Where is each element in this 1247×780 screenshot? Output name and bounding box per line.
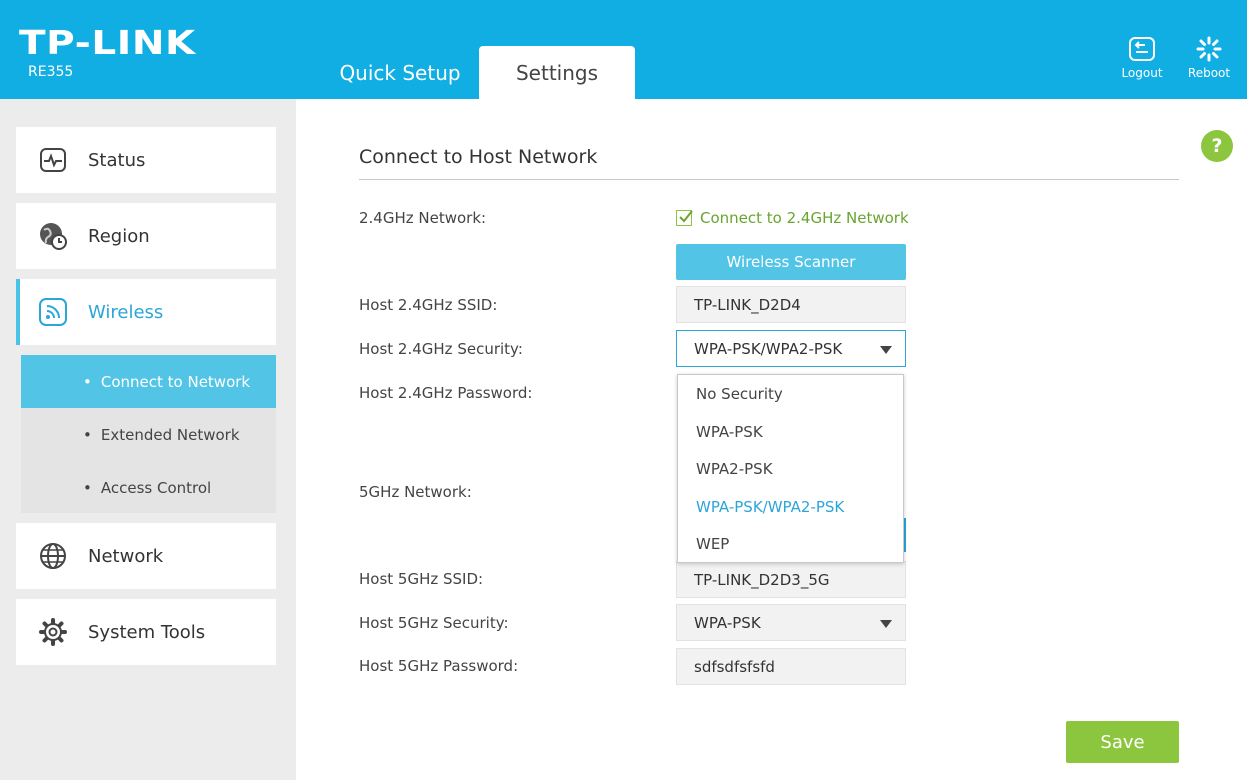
security-option-wpa-psk[interactable]: WPA-PSK (696, 423, 763, 441)
host-2-4ghz-security-select[interactable]: WPA-PSK/WPA2-PSK (676, 330, 906, 367)
wireless-signal-icon (38, 297, 68, 327)
wireless-submenu: • Connect to Network • Extended Network … (21, 355, 276, 513)
chevron-down-icon (880, 346, 892, 354)
sidebar-subitem-extended-network[interactable]: • Extended Network (21, 408, 276, 461)
sidebar: Status Region Wireless • Connect to Netw… (0, 99, 296, 780)
bullet-icon: • (83, 478, 92, 497)
label-host-5ghz-security: Host 5GHz Security: (359, 614, 509, 632)
connect-2-4ghz-checkbox[interactable]: Connect to 2.4GHz Network (676, 209, 909, 227)
reboot-label: Reboot (1187, 66, 1231, 80)
logout-button[interactable]: Logout (1112, 36, 1172, 80)
sidebar-item-region[interactable]: Region (16, 203, 276, 269)
globe-icon (38, 541, 68, 571)
security-option-wpa2-psk[interactable]: WPA2-PSK (696, 460, 773, 478)
status-pulse-icon (38, 145, 68, 175)
subitem-label: Extended Network (100, 425, 240, 444)
label-host-5ghz-ssid: Host 5GHz SSID: (359, 570, 484, 588)
tab-quick-setup[interactable]: Quick Setup (322, 46, 478, 99)
connect-2-4ghz-label: Connect to 2.4GHz Network (700, 209, 909, 227)
model-name: RE355 (28, 64, 74, 80)
sidebar-subitem-connect-to-network[interactable]: • Connect to Network (21, 355, 276, 408)
brand-logo: TP-LINK (19, 23, 196, 62)
sidebar-item-network[interactable]: Network (16, 523, 276, 589)
label-5ghz-network: 5GHz Network: (359, 483, 472, 501)
label-host-2-4ghz-password: Host 2.4GHz Password: (359, 384, 533, 402)
ssid-value: TP-LINK_D2D4 (694, 295, 801, 314)
page-title: Connect to Host Network (359, 146, 598, 168)
security-option-no-security[interactable]: No Security (696, 385, 783, 403)
sidebar-item-system-tools[interactable]: System Tools (16, 599, 276, 665)
checkmark-icon (679, 210, 693, 223)
save-button[interactable]: Save (1066, 721, 1179, 763)
security-option-wep[interactable]: WEP (696, 535, 729, 553)
sidebar-item-wireless[interactable]: Wireless (16, 279, 276, 345)
wireless-scanner-button[interactable]: Wireless Scanner (676, 244, 906, 280)
security-dropdown-menu: No Security WPA-PSK WPA2-PSK WPA-PSK/WPA… (677, 374, 904, 563)
subitem-label: Connect to Network (100, 372, 251, 391)
host-5ghz-security-select[interactable]: WPA-PSK (676, 604, 906, 641)
ssid-value: TP-LINK_D2D3_5G (694, 570, 830, 589)
logout-label: Logout (1121, 66, 1163, 80)
title-divider (359, 179, 1179, 180)
label-host-2-4ghz-ssid: Host 2.4GHz SSID: (359, 296, 498, 314)
host-5ghz-password-input[interactable]: sdfsdfsfsfd (676, 648, 906, 685)
label-host-2-4ghz-security: Host 2.4GHz Security: (359, 340, 523, 358)
globe-clock-icon (38, 221, 68, 251)
label-host-5ghz-password: Host 5GHz Password: (359, 657, 519, 675)
sidebar-subitem-access-control[interactable]: • Access Control (21, 461, 276, 514)
reboot-icon (1196, 36, 1222, 62)
label-2-4ghz-network: 2.4GHz Network: (359, 209, 487, 227)
sidebar-item-label: Wireless (88, 301, 164, 323)
password-value: sdfsdfsfsfd (694, 657, 775, 676)
chevron-down-icon (880, 620, 892, 628)
sidebar-item-label: Status (88, 149, 146, 171)
select-value: WPA-PSK/WPA2-PSK (694, 339, 843, 358)
help-button[interactable]: ? (1201, 130, 1233, 162)
sidebar-item-label: Network (88, 545, 164, 567)
subitem-label: Access Control (100, 478, 212, 497)
security-option-wpa-psk-wpa2-psk[interactable]: WPA-PSK/WPA2-PSK (696, 498, 844, 516)
logout-icon (1129, 37, 1155, 61)
host-2-4ghz-ssid-input[interactable]: TP-LINK_D2D4 (676, 286, 906, 323)
tab-settings[interactable]: Settings (479, 46, 635, 99)
bullet-icon: • (83, 372, 92, 391)
host-5ghz-ssid-input[interactable]: TP-LINK_D2D3_5G (676, 561, 906, 598)
select-value: WPA-PSK (694, 613, 761, 632)
top-header: TP-LINK RE355 Quick Setup Settings Logou… (0, 0, 1247, 99)
reboot-button[interactable]: Reboot (1179, 36, 1239, 80)
sidebar-item-label: Region (88, 225, 150, 247)
sidebar-item-label: System Tools (88, 621, 206, 643)
bullet-icon: • (83, 425, 92, 444)
sidebar-item-status[interactable]: Status (16, 127, 276, 193)
checkbox-box[interactable] (676, 210, 693, 226)
gear-icon (38, 617, 68, 647)
